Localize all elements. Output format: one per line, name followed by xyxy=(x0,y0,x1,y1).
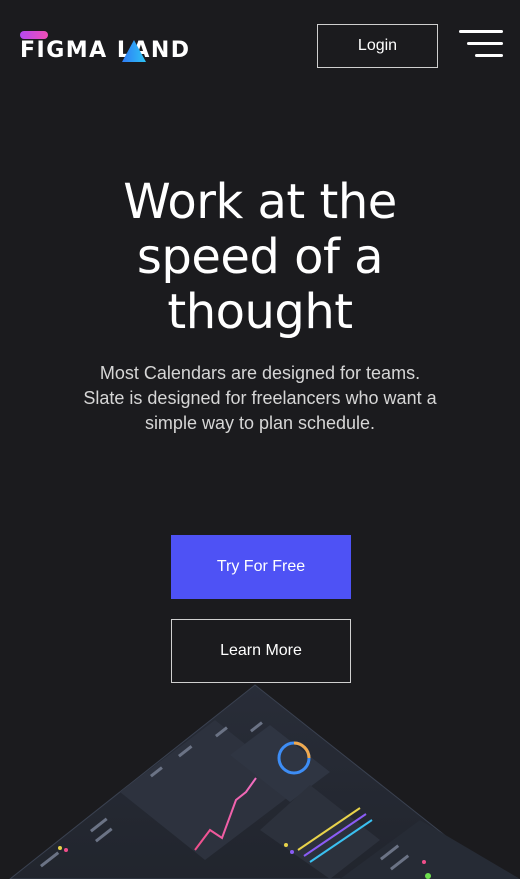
hero-title: Work at the speed of a thought xyxy=(0,175,520,340)
menu-line xyxy=(459,30,503,33)
learn-more-button[interactable]: Learn More xyxy=(171,619,351,683)
menu-line xyxy=(475,54,503,57)
hero-subtitle-line: Slate is designed for freelancers who wa… xyxy=(83,388,437,408)
try-for-free-button[interactable]: Try For Free xyxy=(171,535,351,599)
brand-logo[interactable]: FIGMA LAND xyxy=(20,30,190,64)
dashboard-preview-image xyxy=(0,680,520,879)
hero-title-line: speed of a xyxy=(136,229,384,285)
hamburger-menu-icon[interactable] xyxy=(459,30,503,58)
menu-line xyxy=(467,42,503,45)
hero-subtitle-line: Most Calendars are designed for teams. xyxy=(99,363,421,383)
dashboard-mockup-illustration xyxy=(9,684,520,879)
hero-subtitle: Most Calendars are designed for teams. S… xyxy=(60,361,460,436)
logo-text: FIGMA LAND xyxy=(20,38,191,63)
hero-title-line: Work at the xyxy=(123,174,397,230)
login-button[interactable]: Login xyxy=(317,24,438,68)
hero-subtitle-line: simple way to plan schedule. xyxy=(144,413,376,433)
hero-title-line: thought xyxy=(167,284,353,340)
triangle-logo-icon xyxy=(122,40,146,62)
